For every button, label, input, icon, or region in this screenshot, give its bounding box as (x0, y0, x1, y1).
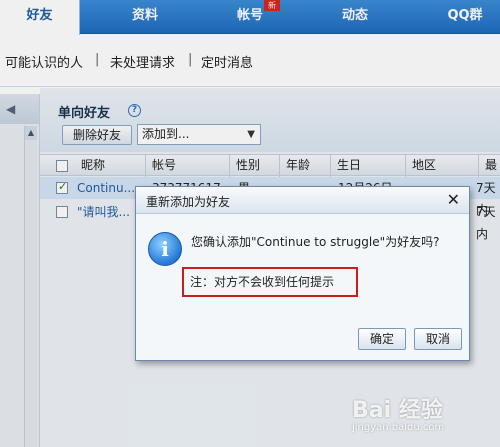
watermark-sub: jingyan.baidu.com (352, 422, 445, 433)
close-icon[interactable]: ✕ (447, 190, 460, 209)
dialog-note: 注：对方不会收到任何提示 (182, 267, 358, 297)
dialog-titlebar: 重新添加为好友 ✕ (136, 187, 469, 214)
dialog-message: 您确认添加"Continue to struggle"为好友吗? (191, 235, 440, 249)
add-friend-dialog: 重新添加为好友 ✕ i 您确认添加"Continue to struggle"为… (135, 186, 470, 361)
dialog-title: 重新添加为好友 (146, 195, 231, 209)
baidu-watermark: Bai 经验 jingyan.baidu.com (352, 392, 492, 437)
confirm-button[interactable]: 确定 (358, 328, 406, 350)
info-icon: i (148, 232, 182, 266)
watermark-text: Bai 经验 (352, 398, 443, 423)
cancel-button[interactable]: 取消 (414, 328, 462, 350)
